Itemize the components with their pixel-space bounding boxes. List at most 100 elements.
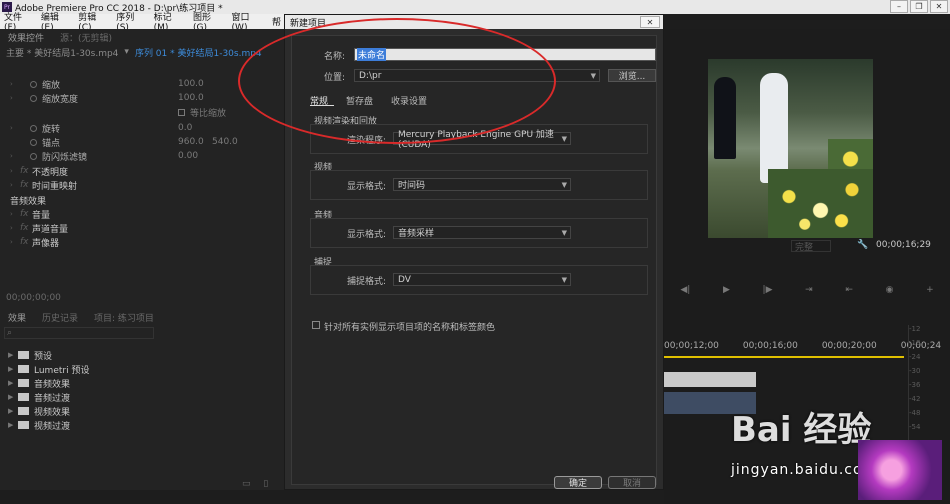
- effects-panel: 效果 历史记录 项目: 练习项目 ⌕ ▶ 预设 ▶ Lumetri 预设 ▶ 音…: [0, 309, 285, 490]
- close-window-button[interactable]: ✕: [930, 0, 948, 13]
- program-timecode[interactable]: 00;00;16;29: [876, 240, 931, 250]
- tree-item-label: 视频过渡: [34, 421, 71, 432]
- chevron-right-icon[interactable]: ›: [10, 152, 13, 160]
- insert-icon[interactable]: ⇥: [805, 285, 813, 295]
- wrench-icon[interactable]: 🔧: [857, 240, 868, 250]
- stopwatch-icon[interactable]: [30, 152, 37, 160]
- effect-row-time-remap[interactable]: › fx 时间重映射: [0, 178, 285, 192]
- property-label: 缩放宽度: [42, 94, 79, 105]
- window-controls: – ❐ ✕: [888, 0, 948, 13]
- chevron-right-icon[interactable]: ›: [10, 238, 13, 246]
- folder-icon: [18, 365, 29, 373]
- chevron-right-icon[interactable]: ›: [10, 181, 13, 189]
- folder-icon: [18, 351, 29, 359]
- playback-controls: ◀| ▶ |▶ ⇥ ⇤ ◉ +: [664, 285, 950, 295]
- stopwatch-icon[interactable]: [30, 80, 37, 88]
- effects-search-input[interactable]: ⌕: [4, 327, 154, 339]
- dialog-close-button[interactable]: ✕: [640, 16, 660, 28]
- play-icon[interactable]: ▶: [723, 285, 730, 295]
- tab-effects[interactable]: 效果: [0, 311, 34, 324]
- chevron-right-icon[interactable]: ▶: [8, 351, 13, 359]
- effect-row-volume[interactable]: › fx 音量: [0, 207, 285, 221]
- fit-select[interactable]: 完整: [791, 240, 831, 253]
- fx-icon[interactable]: fx: [20, 180, 29, 190]
- effect-row-channel-volume[interactable]: › fx 声道音量: [0, 221, 285, 235]
- fx-icon[interactable]: fx: [20, 237, 29, 247]
- uniform-scale-checkbox[interactable]: [178, 108, 185, 116]
- group-audio: 显示格式: 音频采样 ▼: [310, 218, 648, 248]
- chevron-right-icon[interactable]: ▶: [8, 421, 13, 429]
- property-value[interactable]: 0.00: [178, 151, 198, 161]
- chevron-right-icon[interactable]: ▶: [8, 379, 13, 387]
- chevron-right-icon[interactable]: ›: [10, 224, 13, 232]
- trash-icon[interactable]: ▯: [263, 479, 268, 489]
- corner-thumbnail: [858, 440, 942, 500]
- fx-icon[interactable]: fx: [20, 223, 29, 233]
- property-row-antiflicker[interactable]: › 防闪烁滤镜 0.00: [0, 149, 285, 163]
- property-value[interactable]: 960.0: [178, 137, 204, 147]
- step-forward-icon[interactable]: |▶: [763, 285, 773, 295]
- baidu-watermark-logo: Bai 经验: [731, 410, 872, 450]
- chevron-right-icon[interactable]: ▶: [8, 365, 13, 373]
- source-clip-label[interactable]: 主要 * 美好结局1-30s.mp4: [0, 46, 118, 59]
- property-row-rotation[interactable]: › 旋转 0.0: [0, 121, 285, 135]
- ok-button[interactable]: 确定: [554, 476, 602, 489]
- property-row-uniform-scale[interactable]: 等比缩放: [0, 105, 285, 119]
- property-value[interactable]: 100.0: [178, 93, 204, 103]
- chevron-right-icon[interactable]: ›: [10, 80, 13, 88]
- chevron-right-icon[interactable]: ▶: [8, 407, 13, 415]
- meter-mark: -42: [909, 395, 921, 403]
- ruler-tick-label: 00;00;16;00: [742, 341, 798, 351]
- new-bin-icon[interactable]: ▭: [242, 479, 251, 489]
- group-capture: 捕捉格式: DV ▼: [310, 265, 648, 295]
- effect-label: 音量: [32, 210, 51, 221]
- tab-project[interactable]: 项目: 练习项目: [86, 311, 162, 324]
- video-clip[interactable]: [664, 372, 756, 387]
- property-value[interactable]: 100.0: [178, 79, 204, 89]
- chevron-right-icon[interactable]: ›: [10, 167, 13, 175]
- stopwatch-icon[interactable]: [30, 94, 37, 102]
- stopwatch-icon[interactable]: [30, 124, 37, 132]
- property-value-2[interactable]: 540.0: [212, 137, 238, 147]
- effect-row-panner[interactable]: › fx 声像器: [0, 235, 285, 249]
- tree-item-label: 预设: [34, 351, 53, 362]
- chevron-right-icon[interactable]: ›: [10, 210, 13, 218]
- tab-source[interactable]: 源：(无剪辑): [52, 31, 120, 44]
- show-label-color-checkbox[interactable]: [312, 321, 320, 329]
- sequence-clip-label[interactable]: 序列 01 * 美好结局1-30s.mp4: [135, 46, 262, 59]
- effect-controls-timecode[interactable]: 00;00;00;00: [6, 293, 61, 303]
- step-back-icon[interactable]: ◀|: [680, 285, 690, 295]
- stopwatch-icon[interactable]: [30, 138, 37, 146]
- capture-format-select[interactable]: DV ▼: [393, 273, 571, 286]
- add-button-icon[interactable]: +: [926, 285, 934, 295]
- tab-effect-controls[interactable]: 效果控件: [0, 31, 52, 44]
- property-value[interactable]: 0.0: [178, 123, 192, 133]
- chevron-right-icon[interactable]: ▶: [8, 393, 13, 401]
- property-row-anchor[interactable]: 锚点 960.0 540.0: [0, 135, 285, 149]
- fx-icon[interactable]: fx: [20, 166, 29, 176]
- export-frame-icon[interactable]: ◉: [886, 285, 894, 295]
- chevron-right-icon[interactable]: ›: [10, 124, 13, 132]
- maximize-button[interactable]: ❐: [910, 0, 928, 13]
- fx-icon[interactable]: fx: [20, 209, 29, 219]
- menu-help[interactable]: 帮: [268, 15, 285, 28]
- meter-mark: -48: [909, 409, 921, 417]
- browse-button[interactable]: 浏览...: [608, 69, 656, 82]
- property-label: 旋转: [42, 124, 61, 135]
- work-area-bar[interactable]: [664, 356, 904, 358]
- effect-row-opacity[interactable]: › fx 不透明度: [0, 164, 285, 178]
- video-display-select[interactable]: 时间码 ▼: [393, 178, 571, 191]
- video-display-value: 时间码: [398, 181, 426, 191]
- show-label-color-label: 针对所有实例显示项目项的名称和标签颜色: [324, 323, 496, 333]
- meter-mark: -54: [909, 423, 921, 431]
- minimize-button[interactable]: –: [890, 0, 908, 13]
- folder-icon: [18, 379, 29, 387]
- cancel-button[interactable]: 取消: [608, 476, 656, 489]
- chevron-right-icon[interactable]: ›: [10, 94, 13, 102]
- overwrite-icon[interactable]: ⇤: [845, 285, 853, 295]
- tab-history[interactable]: 历史记录: [34, 311, 86, 324]
- effects-panel-footer: ▭ ▯: [242, 479, 268, 489]
- effect-label: 声道音量: [32, 224, 69, 235]
- chevron-down-icon[interactable]: ▾: [118, 47, 135, 57]
- audio-display-select[interactable]: 音频采样 ▼: [393, 226, 571, 239]
